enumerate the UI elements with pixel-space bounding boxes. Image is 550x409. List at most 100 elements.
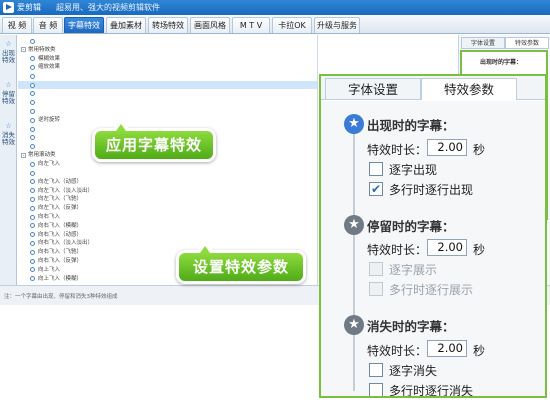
app-slogan: 超易用、强大的视频剪辑软件 <box>56 3 160 12</box>
list-item[interactable]: 向左飞入（动感） <box>18 178 317 186</box>
app-name: 爱剪辑 <box>17 3 41 12</box>
font-settings-tab[interactable]: 字体设置 <box>461 37 505 49</box>
radio-icon[interactable] <box>30 56 35 62</box>
effect-params-zoom-panel: 字体设置 特效参数 ★ 出现时的字幕： 特效时长： 2.00 秒 逐字出现 ✔ … <box>319 74 547 398</box>
side-tab-disappear[interactable]: ☆ 消失特效 <box>1 122 16 146</box>
tab-transitions[interactable]: 转场特效 <box>148 17 188 33</box>
list-item-label: 模糊效果 <box>38 55 61 62</box>
radio-icon[interactable] <box>30 232 35 238</box>
appear-star-icon: ★ <box>344 114 364 134</box>
disappear-line-by-line-checkbox[interactable] <box>369 383 383 396</box>
radio-icon[interactable] <box>30 276 35 282</box>
list-item-label: 缩放效果 <box>38 64 61 71</box>
list-item[interactable] <box>18 107 317 115</box>
effect-type-sidebar: ☆ 出现特效 ☆ 停留特效 ☆ 消失特效 <box>0 35 17 285</box>
list-item[interactable]: 模糊效果 <box>18 55 317 63</box>
stay-line-by-line-label: 多行时逐行展示 <box>389 283 474 297</box>
stay-line-by-line-checkbox[interactable] <box>369 282 383 296</box>
side-tab-stay[interactable]: ☆ 停留特效 <box>1 81 16 105</box>
zoom-font-settings-tab[interactable]: 字体设置 <box>325 78 421 99</box>
tab-upgrade-service[interactable]: 升级与服务 <box>314 17 360 33</box>
radio-icon[interactable] <box>30 196 35 202</box>
radio-icon[interactable] <box>30 135 35 141</box>
list-item[interactable] <box>18 99 317 107</box>
radio-icon[interactable] <box>30 258 35 264</box>
radio-icon[interactable] <box>30 144 35 150</box>
zoom-effect-params-tab[interactable]: 特效参数 <box>421 78 517 100</box>
list-item-label: 常用特效类 <box>28 46 56 53</box>
list-item-label: 向右飞入（飞驰） <box>38 249 83 256</box>
radio-icon[interactable] <box>30 82 35 88</box>
side-tab-appear[interactable]: ☆ 出现特效 <box>1 40 16 64</box>
tab-audio[interactable]: 音 频 <box>33 17 63 33</box>
timeline-line <box>353 121 355 391</box>
radio-icon[interactable] <box>30 38 35 44</box>
radio-icon[interactable] <box>30 91 35 97</box>
list-item-label: 向上飞入（模糊） <box>38 275 83 282</box>
list-item[interactable] <box>18 90 317 98</box>
list-item[interactable]: 向左飞入（淡入淡出） <box>18 187 317 195</box>
tab-overlay[interactable]: 叠加素材 <box>106 17 146 33</box>
list-item[interactable] <box>18 169 317 177</box>
collapse-icon[interactable]: - <box>21 47 26 53</box>
tab-subtitle-effects[interactable]: 字幕特效 <box>64 17 104 33</box>
stay-duration-input[interactable]: 2.00 <box>427 239 467 256</box>
radio-icon[interactable] <box>30 249 35 255</box>
radio-icon[interactable] <box>30 170 35 176</box>
list-item[interactable]: 向左飞入（飞驰） <box>18 195 317 203</box>
tab-mtv[interactable]: M T V <box>232 17 270 33</box>
collapse-icon[interactable]: - <box>21 152 26 158</box>
radio-icon[interactable] <box>30 73 35 79</box>
list-item[interactable]: 向左飞入（反弹） <box>18 204 317 212</box>
list-item[interactable]: 向右飞入（淡入淡出） <box>18 239 317 247</box>
star-icon: ☆ <box>5 40 12 48</box>
tab-karaoke[interactable]: 卡拉OK <box>272 17 312 33</box>
radio-icon[interactable] <box>30 240 35 246</box>
radio-icon[interactable] <box>30 205 35 211</box>
list-item[interactable]: 逆时旋转 <box>18 116 317 124</box>
appear-char-by-char-checkbox[interactable] <box>369 162 383 176</box>
radio-icon[interactable] <box>30 179 35 185</box>
radio-icon[interactable] <box>30 267 35 273</box>
list-item[interactable]: 向右飞入 <box>18 213 317 221</box>
tab-video[interactable]: 视 频 <box>2 17 32 33</box>
list-item[interactable] <box>18 72 317 80</box>
radio-icon[interactable] <box>30 100 35 106</box>
list-item[interactable]: 向右飞入（动感） <box>18 231 317 239</box>
appear-duration-label: 特效时长： <box>367 143 428 157</box>
disappear-duration-input[interactable]: 2.00 <box>427 340 467 357</box>
list-item-label: 常用滚动类 <box>28 152 56 159</box>
list-item-label: 逆时旋转 <box>38 117 61 124</box>
radio-icon[interactable] <box>30 161 35 167</box>
radio-icon[interactable] <box>30 188 35 194</box>
radio-icon[interactable] <box>30 126 35 132</box>
list-item-label: 向左飞入（反弹） <box>38 205 83 212</box>
disappear-duration-unit: 秒 <box>473 344 486 358</box>
list-item-label: 向上飞入 <box>38 266 61 273</box>
list-item[interactable] <box>18 37 317 45</box>
set-params-callout: 设置特效参数 <box>176 240 306 284</box>
stay-char-by-char-checkbox[interactable] <box>369 262 383 276</box>
list-item[interactable] <box>18 81 317 89</box>
effect-params-tab[interactable]: 特效参数 <box>505 37 549 49</box>
list-item-label: 向右飞入（动感） <box>38 231 83 238</box>
disappear-star-icon: ★ <box>344 315 364 335</box>
disappear-char-by-char-checkbox[interactable] <box>369 363 383 377</box>
list-item[interactable]: 缩放效果 <box>18 63 317 71</box>
tab-picture-style[interactable]: 画面风格 <box>190 17 230 33</box>
radio-icon[interactable] <box>30 214 35 220</box>
appear-section-title: 出现时的字幕： <box>367 118 455 133</box>
stay-duration-unit: 秒 <box>473 243 486 257</box>
appear-duration-input[interactable]: 2.00 <box>427 139 467 156</box>
zoom-panel-body: ★ 出现时的字幕： 特效时长： 2.00 秒 逐字出现 ✔ 多行时逐行出现 ★ … <box>321 101 545 396</box>
list-item[interactable]: 向右飞入（模糊） <box>18 222 317 230</box>
radio-icon[interactable] <box>30 108 35 114</box>
appear-line-by-line-checkbox[interactable]: ✔ <box>369 182 383 196</box>
list-category[interactable]: - 常用特效类 <box>18 46 317 54</box>
stay-star-icon: ★ <box>344 215 364 235</box>
radio-icon[interactable] <box>30 64 35 70</box>
disappear-duration-label: 特效时长： <box>367 344 428 358</box>
radio-icon[interactable] <box>30 117 35 123</box>
disappear-section-title: 消失时的字幕： <box>367 319 455 334</box>
radio-icon[interactable] <box>30 223 35 229</box>
